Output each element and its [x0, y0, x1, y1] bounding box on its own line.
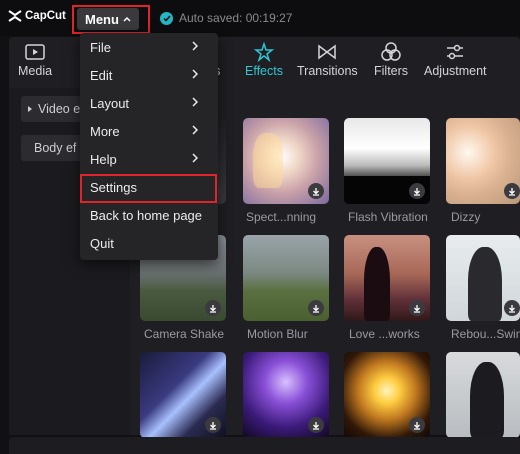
download-icon[interactable] [504, 300, 520, 316]
menu-item-layout[interactable]: Layout [80, 89, 218, 117]
media-icon [25, 40, 45, 64]
effect-thumbnail[interactable] [243, 235, 329, 321]
main-menu-dropdown: File Edit Layout More Help Settings Back… [80, 33, 218, 260]
menu-item-edit[interactable]: Edit [80, 61, 218, 89]
menu-item-label: More [90, 123, 120, 139]
download-icon[interactable] [308, 300, 324, 316]
effect-name: Camera Shake [144, 327, 225, 341]
tab-label: Filters [374, 64, 409, 78]
effect-thumbnail[interactable] [243, 118, 329, 204]
tab-filters[interactable]: Filters [374, 40, 408, 78]
filters-icon [381, 40, 401, 64]
tab-label: Effects [245, 64, 283, 78]
download-icon[interactable] [409, 183, 425, 199]
menu-item-label: File [90, 39, 111, 55]
app-name: CapCut [25, 10, 66, 22]
menu-item-settings[interactable]: Settings [80, 173, 218, 201]
tab-transitions[interactable]: Transitions [297, 40, 358, 78]
app-logo: CapCut [8, 10, 66, 22]
menu-item-label: Edit [90, 67, 113, 83]
menu-item-back-to-home[interactable]: Back to home page [80, 201, 218, 229]
menu-item-quit[interactable]: Quit [80, 229, 218, 257]
effect-name: Rebou...Swing [451, 327, 520, 341]
chevron-right-icon [192, 125, 198, 135]
sidebar-item-label: Video e [38, 102, 81, 116]
tab-label: Transitions [297, 64, 358, 78]
effect-name: Dizzy [451, 210, 481, 224]
adjustment-icon [445, 40, 465, 64]
capcut-logo-icon [8, 10, 22, 22]
menu-item-help[interactable]: Help [80, 145, 218, 173]
tab-label: Media [18, 64, 53, 78]
effect-name: Spect...nning [246, 210, 317, 224]
menu-item-label: Help [90, 151, 117, 167]
effect-thumbnail[interactable] [344, 352, 430, 438]
autosave-status: Auto saved: 00:19:27 [160, 11, 292, 25]
effect-thumbnail[interactable] [344, 235, 430, 321]
tab-effects[interactable]: Effects [245, 40, 283, 78]
timeline-toolbar [9, 437, 520, 454]
menu-item-label: Settings [90, 179, 137, 195]
sidebar-item-label: Body ef [34, 141, 77, 155]
tab-label: Adjustment [424, 64, 487, 78]
tab-media[interactable]: Media [18, 40, 52, 78]
tab-adjustment[interactable]: Adjustment [424, 40, 487, 78]
effects-icon [253, 40, 274, 64]
effect-thumbnail[interactable] [243, 352, 329, 438]
download-icon[interactable] [409, 300, 425, 316]
download-icon[interactable] [308, 417, 324, 433]
caret-right-icon [28, 106, 32, 112]
transitions-icon [317, 40, 337, 64]
menu-item-label: Quit [90, 235, 114, 251]
download-icon[interactable] [205, 417, 221, 433]
chevron-right-icon [192, 41, 198, 51]
chevron-right-icon [192, 97, 198, 107]
effect-name: Love ...works [349, 327, 420, 341]
menu-button[interactable]: Menu [77, 8, 139, 30]
check-circle-icon [160, 11, 173, 25]
menu-item-label: Back to home page [90, 207, 203, 223]
effect-name: Flash Vibration [348, 210, 428, 224]
effect-thumbnail[interactable] [446, 118, 520, 204]
chevron-right-icon [192, 153, 198, 163]
effect-thumbnail[interactable] [446, 352, 520, 438]
effect-thumbnail[interactable] [344, 118, 430, 204]
menu-item-more[interactable]: More [80, 117, 218, 145]
effect-thumbnail[interactable] [446, 235, 520, 321]
autosave-text: Auto saved: 00:19:27 [179, 11, 293, 25]
effect-thumbnail[interactable] [140, 352, 226, 438]
download-icon[interactable] [409, 417, 425, 433]
download-icon[interactable] [504, 183, 520, 199]
download-icon[interactable] [205, 300, 221, 316]
chevron-right-icon [192, 69, 198, 79]
chevron-up-icon [123, 16, 131, 22]
download-icon[interactable] [308, 183, 324, 199]
menu-item-file[interactable]: File [80, 33, 218, 61]
menu-button-label: Menu [85, 11, 119, 27]
menu-item-label: Layout [90, 95, 130, 111]
effect-name: Motion Blur [247, 327, 308, 341]
